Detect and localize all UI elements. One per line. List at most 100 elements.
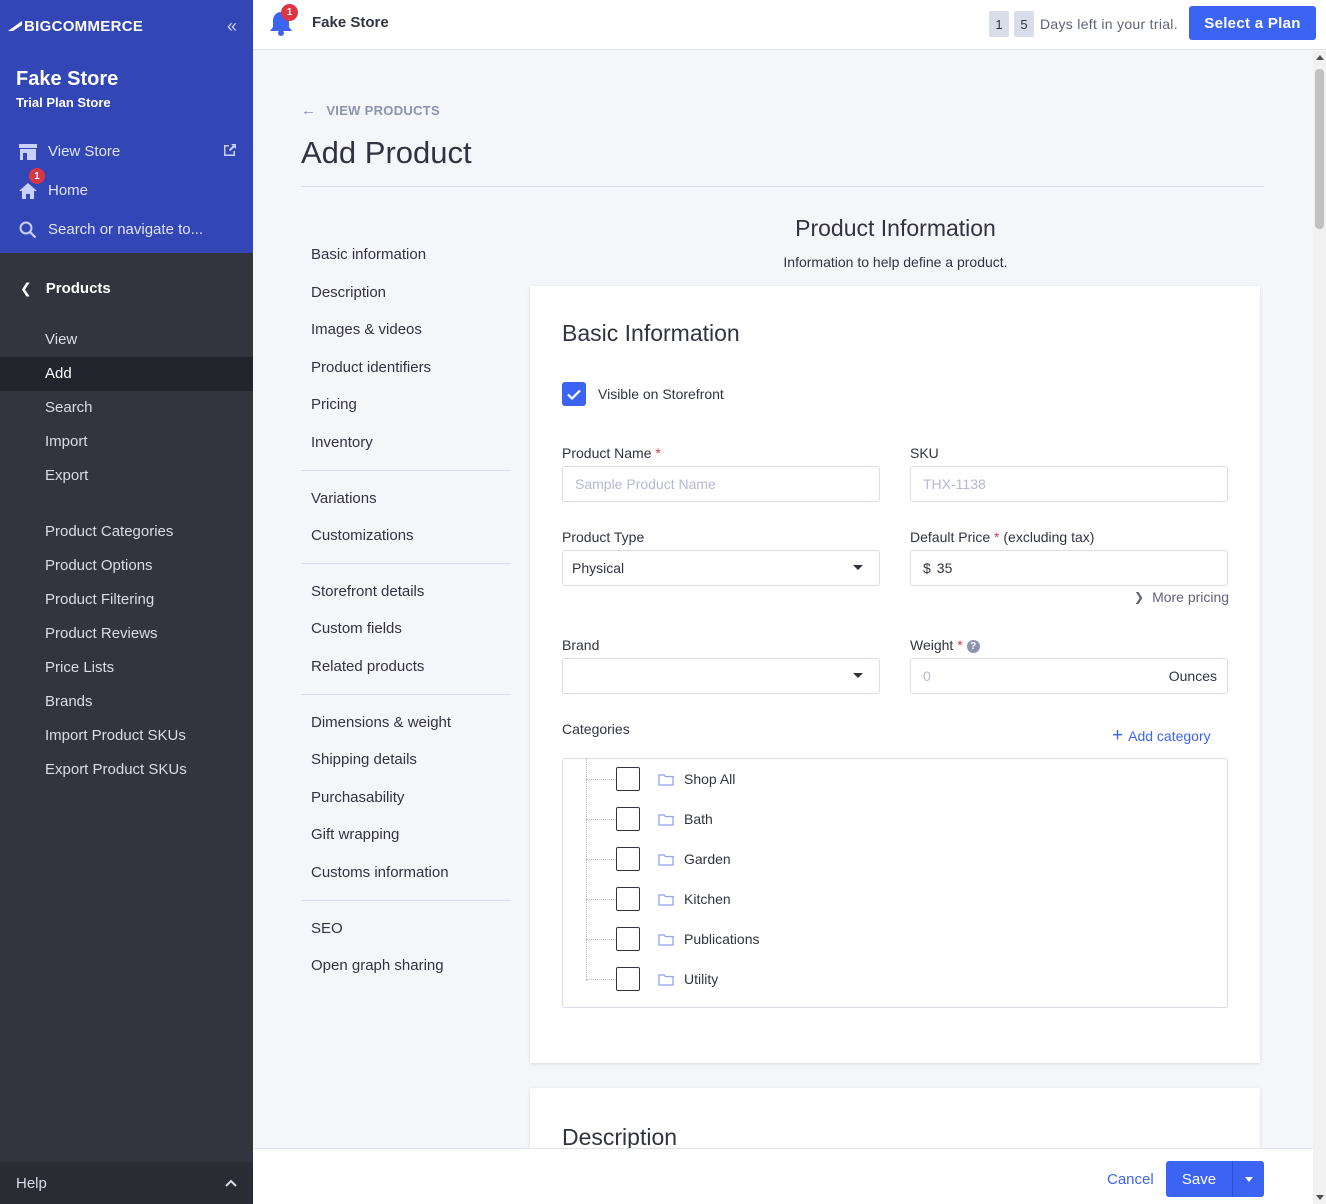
category-checkbox[interactable] bbox=[616, 887, 640, 911]
category-item[interactable]: Utility bbox=[586, 959, 718, 999]
page-scrollbar[interactable] bbox=[1313, 51, 1326, 1204]
categories-label: Categories bbox=[562, 721, 630, 737]
sidebar-item-product-filtering[interactable]: Product Filtering bbox=[0, 583, 253, 617]
more-pricing-link[interactable]: ❯ More pricing bbox=[1134, 589, 1229, 605]
save-button[interactable]: Save bbox=[1166, 1161, 1264, 1197]
toc-product-identifiers[interactable]: Product identifiers bbox=[301, 349, 511, 387]
toc-customs-information[interactable]: Customs information bbox=[301, 854, 511, 892]
divider bbox=[301, 469, 511, 471]
sidebar-item-import[interactable]: Import bbox=[0, 425, 253, 459]
product-type-label: Product Type bbox=[562, 529, 645, 545]
search-icon bbox=[18, 220, 38, 240]
toc-images-videos[interactable]: Images & videos bbox=[301, 311, 511, 349]
help-toggle[interactable]: Help bbox=[0, 1162, 253, 1204]
weight-label: Weight *? bbox=[910, 637, 980, 653]
top-bar: Fake Store 1 5 Days left in your trial. … bbox=[253, 0, 1326, 50]
category-item[interactable]: Garden bbox=[586, 839, 731, 879]
folder-icon bbox=[658, 773, 674, 786]
toc-gift-wrapping[interactable]: Gift wrapping bbox=[301, 816, 511, 854]
sidebar-view-store[interactable]: View Store bbox=[0, 132, 253, 171]
save-options-dropdown[interactable] bbox=[1233, 1176, 1264, 1182]
folder-icon bbox=[658, 973, 674, 986]
category-checkbox[interactable] bbox=[616, 807, 640, 831]
category-item[interactable]: Bath bbox=[586, 799, 713, 839]
home-notification-badge: 1 bbox=[29, 168, 45, 184]
sidebar-item-import-product-skus[interactable]: Import Product SKUs bbox=[0, 719, 253, 753]
visible-on-storefront[interactable]: Visible on Storefront bbox=[562, 382, 724, 406]
scroll-down-arrow[interactable] bbox=[1316, 1195, 1324, 1200]
toc-seo[interactable]: SEO bbox=[301, 910, 511, 948]
scroll-thumb[interactable] bbox=[1315, 69, 1324, 229]
toc-open-graph-sharing[interactable]: Open graph sharing bbox=[301, 947, 511, 985]
chevron-left-icon: ❮ bbox=[20, 279, 32, 296]
section-subtitle: Information to help define a product. bbox=[783, 254, 1008, 270]
sidebar-item-search[interactable]: Search bbox=[0, 391, 253, 425]
sidebar-home[interactable]: 1 Home bbox=[0, 168, 253, 210]
main-content: ← VIEW PRODUCTS Add Product Basic inform… bbox=[253, 51, 1313, 1148]
breadcrumb[interactable]: ← VIEW PRODUCTS bbox=[301, 102, 440, 119]
brand-select[interactable] bbox=[562, 658, 880, 694]
sidebar-item-product-options[interactable]: Product Options bbox=[0, 549, 253, 583]
sidebar-item-product-reviews[interactable]: Product Reviews bbox=[0, 617, 253, 651]
toc-variations[interactable]: Variations bbox=[301, 480, 511, 518]
category-item[interactable]: Kitchen bbox=[586, 879, 731, 919]
section-title: Product Information bbox=[795, 215, 996, 241]
sidebar-item-price-lists[interactable]: Price Lists bbox=[0, 651, 253, 685]
sidebar-item-add[interactable]: Add bbox=[0, 357, 253, 391]
category-item[interactable]: Publications bbox=[586, 919, 760, 959]
bigcommerce-logo[interactable]: BIGCOMMERCE bbox=[8, 18, 143, 35]
toc-dimensions-weight[interactable]: Dimensions & weight bbox=[301, 704, 511, 742]
toc-purchasability[interactable]: Purchasability bbox=[301, 779, 511, 817]
visible-checkbox[interactable] bbox=[562, 382, 586, 406]
toc-customizations[interactable]: Customizations bbox=[301, 517, 511, 555]
storefront-icon bbox=[18, 142, 38, 162]
sidebar-products-back[interactable]: ❮ Products bbox=[0, 253, 253, 323]
toc-related-products[interactable]: Related products bbox=[301, 648, 511, 686]
section-nav: Basic information Description Images & v… bbox=[301, 236, 511, 985]
cancel-button[interactable]: Cancel bbox=[1107, 1171, 1154, 1188]
basic-information-card: Basic Information Visible on Storefront … bbox=[530, 286, 1260, 1063]
category-item[interactable]: Shop All bbox=[586, 759, 735, 799]
product-type-select[interactable]: Physical bbox=[562, 550, 880, 586]
product-name-input[interactable]: Sample Product Name bbox=[562, 466, 880, 502]
help-icon[interactable]: ? bbox=[966, 639, 980, 653]
sidebar-search[interactable]: Search or navigate to... bbox=[0, 210, 253, 249]
toc-description[interactable]: Description bbox=[301, 274, 511, 312]
toc-basic-information[interactable]: Basic information bbox=[301, 236, 511, 274]
sidebar-item-view[interactable]: View bbox=[0, 323, 253, 357]
action-footer: Cancel Save bbox=[253, 1148, 1313, 1204]
select-plan-button[interactable]: Select a Plan bbox=[1189, 6, 1316, 40]
trial-digit: 1 bbox=[989, 11, 1009, 37]
sidebar-item-product-categories[interactable]: Product Categories bbox=[0, 515, 253, 549]
toc-custom-fields[interactable]: Custom fields bbox=[301, 610, 511, 648]
trial-digit: 5 bbox=[1014, 11, 1034, 37]
category-checkbox[interactable] bbox=[616, 847, 640, 871]
category-checkbox[interactable] bbox=[616, 767, 640, 791]
toc-shipping-details[interactable]: Shipping details bbox=[301, 741, 511, 779]
collapse-sidebar-icon[interactable]: « bbox=[227, 16, 237, 37]
sku-input[interactable]: THX-1138 bbox=[910, 466, 1228, 502]
caret-down-icon bbox=[1244, 1176, 1253, 1182]
add-category-link[interactable]: + Add category bbox=[1112, 725, 1211, 747]
sidebar-item-export[interactable]: Export bbox=[0, 459, 253, 493]
category-tree: Shop All Bath Garden Kitchen Publication bbox=[562, 758, 1228, 1008]
toc-storefront-details[interactable]: Storefront details bbox=[301, 573, 511, 611]
trial-counter: 1 5 Days left in your trial. bbox=[989, 11, 1178, 37]
category-checkbox[interactable] bbox=[616, 927, 640, 951]
default-price-input[interactable]: $ 35 bbox=[910, 550, 1228, 586]
folder-icon bbox=[658, 853, 674, 866]
external-link-icon bbox=[223, 143, 237, 161]
sidebar-item-brands[interactable]: Brands bbox=[0, 685, 253, 719]
toc-pricing[interactable]: Pricing bbox=[301, 386, 511, 424]
category-checkbox[interactable] bbox=[616, 967, 640, 991]
sidebar-item-export-product-skus[interactable]: Export Product SKUs bbox=[0, 753, 253, 787]
page-title: Add Product bbox=[301, 135, 472, 170]
notification-badge: 1 bbox=[281, 4, 298, 21]
scroll-up-arrow[interactable] bbox=[1316, 55, 1324, 60]
plus-icon: + bbox=[1112, 725, 1124, 746]
divider bbox=[301, 693, 511, 695]
weight-unit: Ounces bbox=[1168, 668, 1217, 684]
weight-input[interactable]: 0 Ounces bbox=[910, 658, 1228, 694]
toc-inventory[interactable]: Inventory bbox=[301, 424, 511, 462]
default-price-label: Default Price * (excluding tax) bbox=[910, 529, 1095, 545]
